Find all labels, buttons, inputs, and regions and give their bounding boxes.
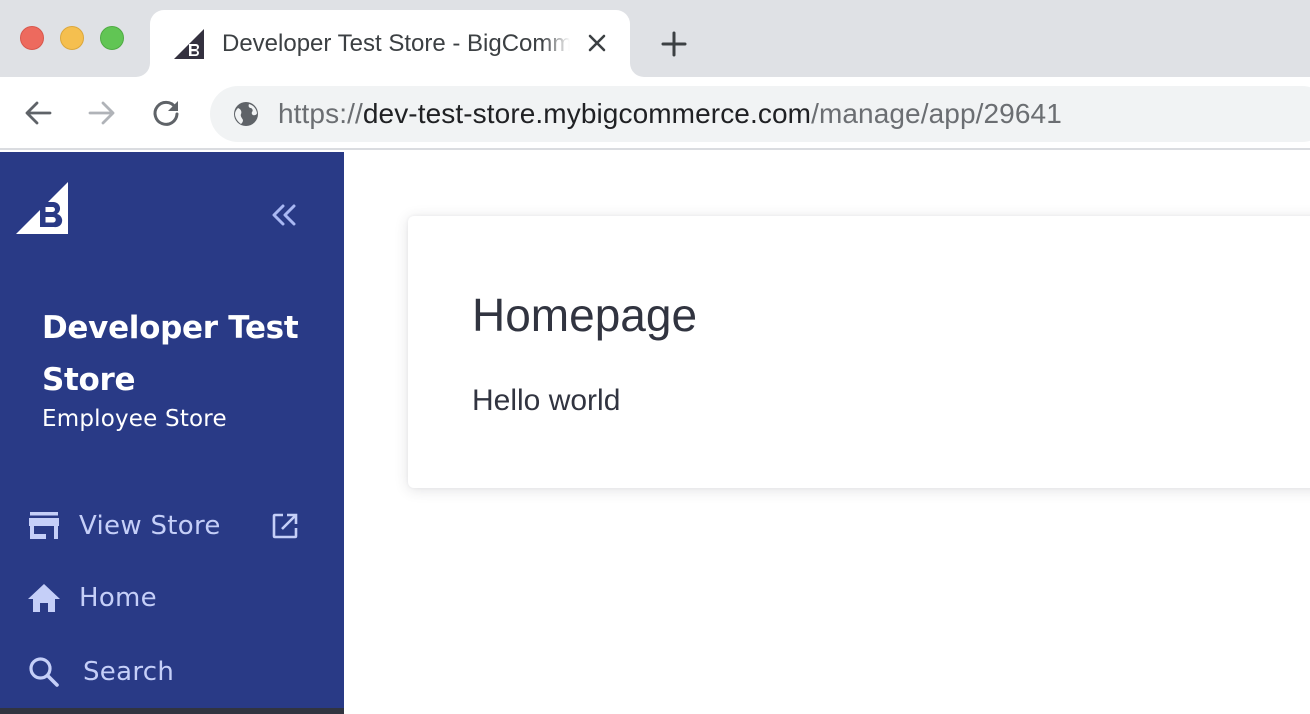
sidebar-item-view-store[interactable]: View Store <box>0 497 344 555</box>
forward-button[interactable] <box>84 95 120 131</box>
browser-tab-active[interactable]: Developer Test Store - BigCommerce <box>150 10 630 77</box>
search-icon <box>26 654 62 690</box>
page-title: Homepage <box>472 289 698 341</box>
plus-icon <box>661 31 687 57</box>
home-icon <box>26 580 62 616</box>
globe-icon <box>234 102 258 126</box>
storefront-icon <box>26 508 62 544</box>
open-store-external-button[interactable] <box>270 511 300 541</box>
url-host: dev-test-store.mybigcommerce.com <box>362 98 812 129</box>
reload-button[interactable] <box>148 95 184 131</box>
url-scheme: https:// <box>278 98 363 129</box>
main-content: Homepage Hello world <box>344 152 1310 714</box>
tab-close-button[interactable] <box>584 30 610 56</box>
bigcommerce-logo-icon[interactable] <box>16 182 69 234</box>
sidebar-item-search[interactable]: Search <box>0 643 344 701</box>
window-maximize-button[interactable] <box>100 26 124 50</box>
arrow-left-icon <box>25 101 52 125</box>
browser-toolbar: https://dev-test-store.mybigcommerce.com… <box>0 77 1310 150</box>
url-text: https://dev-test-store.mybigcommerce.com… <box>278 98 1062 130</box>
sidebar-item-label: View Store <box>79 511 221 541</box>
double-chevron-left-icon <box>272 204 296 226</box>
bigcommerce-favicon-icon <box>174 28 204 59</box>
window-close-button[interactable] <box>20 26 44 50</box>
collapse-sidebar-button[interactable] <box>268 202 300 228</box>
content-card: Homepage Hello world <box>408 216 1310 488</box>
new-tab-button[interactable] <box>658 28 690 60</box>
browser-tab-strip: Developer Test Store - BigCommerce <box>0 0 1310 77</box>
sidebar-footer-bar <box>0 708 344 714</box>
sidebar: Developer Test Store Employee Store View… <box>0 152 344 714</box>
sidebar-item-label: Search <box>83 657 175 687</box>
store-name: Developer Test Store <box>42 310 299 398</box>
store-subtitle: Employee Store <box>42 406 227 432</box>
url-path: /manage/app/29641 <box>811 98 1062 129</box>
sidebar-item-label: Home <box>79 583 157 613</box>
arrow-right-icon <box>88 101 115 125</box>
card-body-text: Hello world <box>472 384 621 417</box>
tab-title: Developer Test Store - BigCommerce <box>222 29 570 57</box>
window-minimize-button[interactable] <box>60 26 84 50</box>
back-button[interactable] <box>20 95 56 131</box>
reload-icon <box>153 100 179 126</box>
close-icon <box>588 34 606 52</box>
address-bar[interactable]: https://dev-test-store.mybigcommerce.com… <box>210 86 1310 142</box>
sidebar-item-home[interactable]: Home <box>0 569 344 627</box>
external-link-icon <box>272 513 298 539</box>
